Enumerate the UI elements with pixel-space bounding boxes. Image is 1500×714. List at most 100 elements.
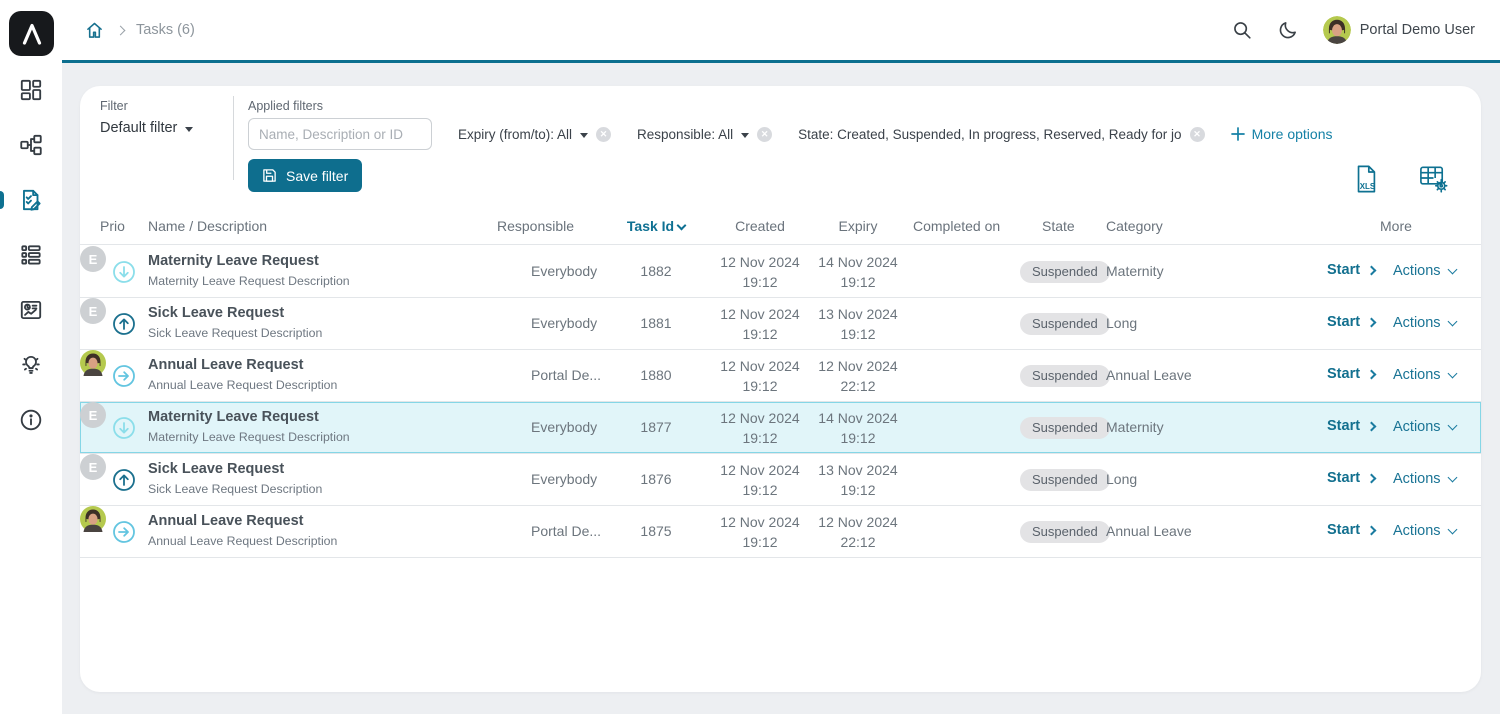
column-header-created[interactable]: Created — [710, 218, 810, 234]
sidebar-item-improvements[interactable] — [0, 351, 62, 378]
state-badge: Suspended — [1020, 521, 1110, 543]
dashboard-icon — [18, 77, 44, 103]
column-header-completed-on[interactable]: Completed on — [913, 218, 1000, 234]
expiry-date-line1: 14 Nov 2024 — [808, 408, 908, 428]
chevron-down-icon — [1447, 421, 1457, 431]
chevron-right-icon — [1367, 473, 1377, 483]
start-button[interactable]: Start — [1327, 522, 1375, 538]
actions-button[interactable]: Actions — [1393, 315, 1456, 331]
column-header-prio[interactable]: Prio — [100, 218, 125, 234]
start-button[interactable]: Start — [1327, 470, 1375, 486]
filter-section-label: Filter — [100, 99, 128, 113]
export-xls-icon[interactable]: XLS — [1352, 163, 1380, 195]
search-input[interactable] — [248, 118, 432, 150]
state-badge: Suspended — [1020, 365, 1110, 387]
home-breadcrumb-link[interactable] — [84, 20, 105, 41]
task-table-body: Maternity Leave Request Maternity Leave … — [80, 246, 1481, 558]
home-icon — [84, 20, 105, 41]
expiry-date-line2: 19:12 — [808, 324, 908, 344]
column-header-responsible[interactable]: Responsible — [497, 218, 574, 234]
sidebar-item-info[interactable] — [0, 406, 62, 433]
global-search-button[interactable] — [1231, 19, 1253, 41]
header-accent-divider — [62, 60, 1500, 63]
actions-button[interactable]: Actions — [1393, 471, 1456, 487]
info-icon — [18, 407, 44, 433]
column-header-state[interactable]: State — [1042, 218, 1075, 234]
save-icon — [262, 168, 277, 183]
more-options-button[interactable]: More options — [1231, 126, 1333, 142]
filter-chip-expiry[interactable]: Expiry (from/to): All ✕ — [458, 127, 611, 142]
save-filter-button[interactable]: Save filter — [248, 159, 362, 192]
sidebar-item-tasks[interactable] — [0, 186, 62, 213]
filter-chip-responsible[interactable]: Responsible: All ✕ — [637, 127, 772, 142]
task-description: Annual Leave Request Description — [148, 378, 337, 392]
actions-button[interactable]: Actions — [1393, 263, 1456, 279]
sidebar-item-statistics[interactable] — [0, 296, 62, 323]
task-id: 1881 — [608, 315, 704, 331]
sidebar-item-processes[interactable] — [0, 131, 62, 158]
task-name: Sick Leave Request — [148, 305, 284, 321]
task-name: Annual Leave Request — [148, 357, 304, 373]
table-row[interactable]: Maternity Leave Request Maternity Leave … — [80, 246, 1481, 298]
priority-icon — [112, 312, 136, 336]
created-date-line2: 19:12 — [710, 428, 810, 448]
user-avatar — [1323, 16, 1351, 44]
start-button[interactable]: Start — [1327, 314, 1375, 330]
applied-filters-label: Applied filters — [248, 99, 323, 113]
main-content: Filter Default filter Applied filters Ex… — [62, 63, 1500, 714]
plus-icon — [1231, 127, 1245, 141]
sidebar-item-cases[interactable] — [0, 241, 62, 268]
column-header-task-id[interactable]: Task Id — [608, 218, 704, 234]
expiry-date-line1: 13 Nov 2024 — [808, 460, 908, 480]
priority-icon — [112, 520, 136, 544]
start-button[interactable]: Start — [1327, 366, 1375, 382]
expiry-date: 14 Nov 2024 19:12 — [808, 252, 908, 292]
table-settings-icon[interactable] — [1418, 163, 1449, 193]
table-row[interactable]: Annual Leave Request Annual Leave Reques… — [80, 506, 1481, 558]
actions-button[interactable]: Actions — [1393, 367, 1456, 383]
filter-vertical-divider — [233, 96, 234, 180]
breadcrumb: Tasks (6) — [84, 20, 195, 41]
start-button[interactable]: Start — [1327, 262, 1375, 278]
expiry-date: 14 Nov 2024 19:12 — [808, 408, 908, 448]
chevron-right-icon — [1367, 421, 1377, 431]
remove-filter-icon[interactable]: ✕ — [757, 127, 772, 142]
actions-button[interactable]: Actions — [1393, 523, 1456, 539]
column-header-category[interactable]: Category — [1106, 218, 1163, 234]
column-header-expiry[interactable]: Expiry — [810, 218, 906, 234]
processes-icon — [18, 132, 44, 158]
chevron-down-icon — [580, 133, 588, 138]
actions-button-label: Actions — [1393, 315, 1441, 331]
table-row[interactable]: Maternity Leave Request Maternity Leave … — [80, 402, 1481, 454]
filter-select-dropdown[interactable]: Default filter — [100, 120, 193, 136]
column-header-name[interactable]: Name / Description — [148, 218, 267, 234]
created-date: 12 Nov 2024 19:12 — [710, 408, 810, 448]
actions-button[interactable]: Actions — [1393, 419, 1456, 435]
filter-chip-state[interactable]: State: Created, Suspended, In progress, … — [798, 127, 1204, 142]
responsible-name: Everybody — [531, 419, 597, 435]
chevron-right-icon — [1367, 369, 1377, 379]
lightbulb-icon — [18, 352, 44, 378]
expiry-date-line1: 12 Nov 2024 — [808, 512, 908, 532]
dark-mode-toggle[interactable] — [1277, 19, 1299, 41]
remove-filter-icon[interactable]: ✕ — [596, 127, 611, 142]
created-date-line1: 12 Nov 2024 — [710, 252, 810, 272]
table-row[interactable]: Annual Leave Request Annual Leave Reques… — [80, 350, 1481, 402]
table-row[interactable]: Sick Leave Request Sick Leave Request De… — [80, 454, 1481, 506]
sort-descending-icon — [677, 221, 687, 231]
created-date-line2: 19:12 — [710, 532, 810, 552]
axonivy-logo-icon — [18, 20, 46, 48]
category-label: Maternity — [1106, 419, 1164, 435]
start-button-label: Start — [1327, 314, 1360, 330]
remove-filter-icon[interactable]: ✕ — [1190, 127, 1205, 142]
task-description: Sick Leave Request Description — [148, 482, 322, 496]
category-label: Long — [1106, 315, 1137, 331]
app-logo[interactable] — [9, 11, 54, 56]
start-button[interactable]: Start — [1327, 418, 1375, 434]
state-badge: Suspended — [1020, 469, 1110, 491]
user-menu[interactable]: Portal Demo User — [1323, 16, 1475, 44]
table-row[interactable]: Sick Leave Request Sick Leave Request De… — [80, 298, 1481, 350]
created-date-line1: 12 Nov 2024 — [710, 460, 810, 480]
sidebar-item-dashboard[interactable] — [0, 76, 62, 103]
expiry-date-line2: 22:12 — [808, 376, 908, 396]
